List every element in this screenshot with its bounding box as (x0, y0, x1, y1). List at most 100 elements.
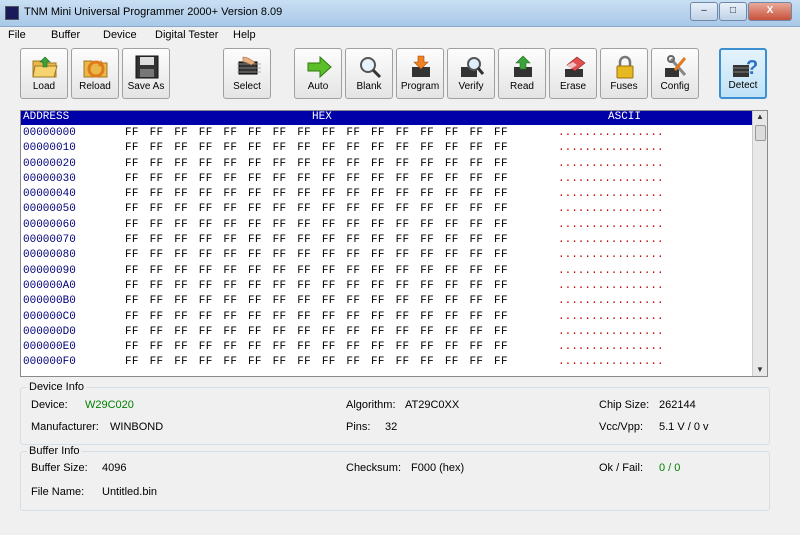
pins-label: Pins: (346, 421, 371, 433)
scroll-up-icon[interactable]: ▲ (753, 111, 767, 123)
address-cell: 000000F0 (23, 356, 76, 369)
config-button[interactable]: Config (651, 48, 699, 99)
manufacturer-label: Manufacturer: (31, 421, 99, 433)
config-label: Config (660, 81, 690, 92)
table-row[interactable]: 00000010 FF FF FF FF FF FF FF FF FF FF FF… (21, 142, 753, 157)
menu-help[interactable]: Help (233, 29, 256, 41)
manufacturer-value: WINBOND (110, 421, 164, 433)
verify-label: Verify (458, 81, 484, 92)
select-button[interactable]: Select (223, 48, 271, 99)
table-row[interactable]: 00000080 FF FF FF FF FF FF FF FF FF FF FF… (21, 249, 753, 264)
chip-down-icon (412, 55, 430, 77)
table-row[interactable]: 000000D0 FF FF FF FF FF FF FF FF FF FF FF… (21, 326, 753, 341)
svg-text:?: ? (746, 57, 758, 79)
blank-button[interactable]: Blank (345, 48, 393, 99)
table-row[interactable]: 000000E0 FF FF FF FF FF FF FF FF FF FF FF… (21, 341, 753, 356)
vcc-vpp-value: 5.1 V / 0 v (659, 421, 709, 433)
ascii-cell: ................ (558, 325, 664, 338)
hex-bytes-cell: FF FF FF FF FF FF FF FF FF FF FF FF FF F… (125, 203, 508, 216)
address-cell: 00000070 (23, 234, 76, 247)
hex-header: ADDRESS HEX ASCII (21, 111, 753, 125)
address-cell: 00000020 (23, 157, 76, 170)
ascii-column-header: ASCII (608, 111, 642, 123)
menu-file[interactable]: File (8, 29, 26, 41)
hex-bytes-cell: FF FF FF FF FF FF FF FF FF FF FF FF FF F… (125, 279, 508, 292)
close-button[interactable]: X (748, 2, 792, 21)
menu-buffer[interactable]: Buffer (51, 29, 80, 41)
hex-bytes-cell: FF FF FF FF FF FF FF FF FF FF FF FF FF F… (125, 325, 508, 338)
verify-button[interactable]: Verify (447, 48, 495, 99)
ascii-cell: ................ (558, 279, 664, 292)
read-button[interactable]: Read (498, 48, 546, 99)
title-bar: TNM Mini Universal Programmer 2000+ Vers… (0, 0, 800, 27)
ascii-cell: ................ (558, 310, 664, 323)
detect-button[interactable]: ? Detect (719, 48, 767, 99)
auto-button[interactable]: Auto (294, 48, 342, 99)
hex-bytes-cell: FF FF FF FF FF FF FF FF FF FF FF FF FF F… (125, 157, 508, 170)
load-button[interactable]: Load (20, 48, 68, 99)
magnifier-icon (360, 57, 382, 79)
scroll-thumb[interactable] (755, 125, 766, 141)
address-cell: 00000000 (23, 127, 76, 139)
checksum-label: Checksum: (346, 462, 402, 474)
device-value: W29C020 (85, 399, 134, 411)
pins-value: 32 (385, 421, 398, 433)
table-row[interactable]: 000000A0 FF FF FF FF FF FF FF FF FF FF FF… (21, 280, 753, 295)
erase-button[interactable]: Erase (549, 48, 597, 99)
ascii-cell: ................ (558, 142, 664, 155)
table-row[interactable]: 00000030 FF FF FF FF FF FF FF FF FF FF FF… (21, 173, 753, 188)
address-column-header: ADDRESS (23, 111, 70, 123)
ascii-cell: ................ (558, 203, 664, 216)
hex-bytes-cell: FF FF FF FF FF FF FF FF FF FF FF FF FF F… (125, 172, 508, 185)
window-controls: – □ X (690, 2, 792, 21)
minimize-button[interactable]: – (690, 2, 718, 21)
table-row[interactable]: 00000060 FF FF FF FF FF FF FF FF FF FF FF… (21, 219, 753, 234)
select-label: Select (233, 81, 261, 92)
hex-bytes-cell: FF FF FF FF FF FF FF FF FF FF FF FF FF F… (125, 356, 508, 369)
save-as-button[interactable]: Save As (122, 48, 170, 99)
save-as-label: Save As (127, 81, 165, 92)
fuses-button[interactable]: Fuses (600, 48, 648, 99)
ok-fail-value: 0 / 0 (659, 462, 681, 474)
scroll-down-icon[interactable]: ▼ (753, 364, 767, 376)
menu-device[interactable]: Device (103, 29, 137, 41)
tools-icon (665, 55, 687, 77)
fuses-label: Fuses (610, 81, 638, 92)
table-row[interactable]: 00000090 FF FF FF FF FF FF FF FF FF FF FF… (21, 265, 753, 280)
menu-digital-tester[interactable]: Digital Tester (155, 29, 218, 41)
read-label: Read (510, 81, 534, 92)
address-cell: 000000B0 (23, 295, 76, 308)
table-row[interactable]: 000000C0 FF FF FF FF FF FF FF FF FF FF FF… (21, 311, 753, 326)
address-cell: 000000E0 (23, 341, 76, 354)
maximize-button[interactable]: □ (719, 2, 747, 21)
window-title: TNM Mini Universal Programmer 2000+ Vers… (24, 6, 283, 18)
ok-fail-label: Ok / Fail: (599, 462, 644, 474)
address-cell: 00000090 (23, 264, 76, 277)
hex-bytes-cell: FF FF FF FF FF FF FF FF FF FF FF FF FF F… (125, 264, 508, 277)
table-row[interactable]: 000000F0 FF FF FF FF FF FF FF FF FF FF FF… (21, 356, 753, 371)
device-info-group: Device Info Device: W29C020 Manufacturer… (20, 381, 770, 445)
table-row[interactable]: 00000020 FF FF FF FF FF FF FF FF FF FF FF… (21, 158, 753, 173)
reload-button[interactable]: Reload (71, 48, 119, 99)
vertical-scrollbar[interactable]: ▲ ▼ (752, 111, 767, 376)
hex-bytes-cell: FF FF FF FF FF FF FF FF FF FF FF FF FF F… (125, 188, 508, 201)
chip-question-icon: ? (732, 57, 758, 79)
table-row[interactable]: 00000050 FF FF FF FF FF FF FF FF FF FF FF… (21, 203, 753, 218)
eraser-icon (565, 56, 586, 77)
hex-column-header: HEX (312, 111, 332, 123)
address-cell: 00000040 (23, 188, 76, 201)
program-button[interactable]: Program (396, 48, 444, 99)
hex-bytes-cell: FF FF FF FF FF FF FF FF FF FF FF FF FF F… (125, 249, 508, 262)
file-name-value: Untitled.bin (102, 486, 158, 498)
table-row[interactable]: 00000070 FF FF FF FF FF FF FF FF FF FF FF… (21, 234, 753, 249)
detect-label: Detect (728, 80, 758, 91)
table-row[interactable]: 000000B0 FF FF FF FF FF FF FF FF FF FF FF… (21, 295, 753, 310)
table-row[interactable]: 00000040 FF FF FF FF FF FF FF FF FF FF FF… (21, 188, 753, 203)
address-cell: 000000C0 (23, 310, 76, 323)
algorithm-label: Algorithm: (346, 399, 396, 411)
algorithm-value: AT29C0XX (405, 399, 460, 411)
hex-editor[interactable]: ADDRESS HEX ASCII 00000000 FF FF FF FF FF… (20, 110, 768, 377)
table-row[interactable]: 00000000 FF FF FF FF FF FF FF FF FF FF FF… (21, 127, 753, 142)
ascii-cell: ................ (558, 157, 664, 170)
ascii-cell: ................ (558, 356, 664, 369)
